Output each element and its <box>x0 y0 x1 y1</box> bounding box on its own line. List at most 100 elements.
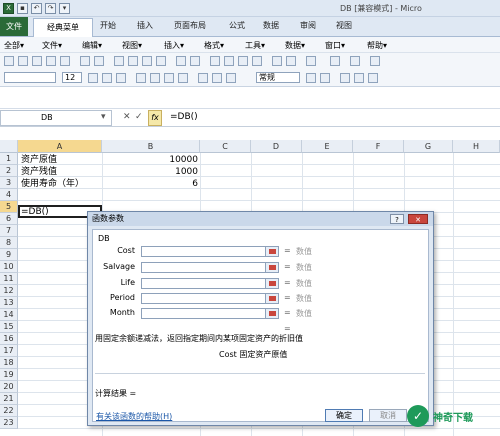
menu-all[interactable]: 全部▾ <box>4 40 24 51</box>
life-input[interactable] <box>141 278 279 289</box>
tab-classic-menu[interactable]: 经典菜单 <box>33 18 93 38</box>
italic-icon[interactable] <box>102 73 112 83</box>
font-color-icon[interactable] <box>368 73 378 83</box>
tab-view[interactable]: 视图 <box>336 20 352 31</box>
row-header-2[interactable]: 2 <box>0 165 18 177</box>
row-header-5[interactable]: 5 <box>0 201 18 213</box>
align-left-icon[interactable] <box>136 73 146 83</box>
collapse-dialog-icon[interactable] <box>265 262 279 273</box>
name-box-dropdown-icon[interactable]: ▾ <box>101 112 106 122</box>
row-header-15[interactable]: 15 <box>0 321 18 333</box>
menu-view[interactable]: 视图▾ <box>122 40 142 51</box>
tab-review[interactable]: 审阅 <box>300 20 316 31</box>
menu-help[interactable]: 帮助▾ <box>367 40 387 51</box>
row-header-6[interactable]: 6 <box>0 213 18 225</box>
confirm-entry-icon[interactable]: ✓ <box>135 112 143 122</box>
cell-b1[interactable]: 10000 <box>102 154 198 166</box>
function-help-link[interactable]: 有关该函数的帮助(H) <box>96 411 172 422</box>
paste-icon[interactable] <box>142 56 152 66</box>
redo-icon[interactable] <box>190 56 200 66</box>
currency-icon[interactable] <box>198 73 208 83</box>
number-format-dropdown[interactable]: 常规 <box>256 72 300 83</box>
row-header-4[interactable]: 4 <box>0 189 18 201</box>
decrease-decimal-icon[interactable] <box>320 73 330 83</box>
menu-tools[interactable]: 工具▾ <box>245 40 265 51</box>
font-name-dropdown[interactable] <box>4 72 56 83</box>
function-icon[interactable] <box>330 56 340 66</box>
align-right-icon[interactable] <box>164 73 174 83</box>
sum-icon[interactable] <box>224 56 234 66</box>
align-center-icon[interactable] <box>150 73 160 83</box>
tab-data[interactable]: 数据 <box>263 20 279 31</box>
row-header-19[interactable]: 19 <box>0 369 18 381</box>
row-header-8[interactable]: 8 <box>0 237 18 249</box>
preview-icon[interactable] <box>60 56 70 66</box>
menu-file[interactable]: 文件▾ <box>42 40 62 51</box>
cell-b2[interactable]: 1000 <box>102 166 198 178</box>
help-icon[interactable] <box>370 56 380 66</box>
tab-insert[interactable]: 插入 <box>137 20 153 31</box>
col-header-d[interactable]: D <box>251 140 302 153</box>
row-header-11[interactable]: 11 <box>0 273 18 285</box>
collapse-dialog-icon[interactable] <box>265 278 279 289</box>
menu-format[interactable]: 格式▾ <box>204 40 224 51</box>
col-header-a[interactable]: A <box>18 140 102 153</box>
collapse-dialog-icon[interactable] <box>265 308 279 319</box>
tab-page-layout[interactable]: 页面布局 <box>174 20 206 31</box>
cost-input[interactable] <box>141 246 279 257</box>
tab-formulas[interactable]: 公式 <box>229 20 245 31</box>
comma-icon[interactable] <box>226 73 236 83</box>
customize-qat-icon[interactable]: ▾ <box>59 3 70 14</box>
sort-asc-icon[interactable] <box>238 56 248 66</box>
zoom-icon[interactable] <box>306 56 316 66</box>
undo-icon[interactable] <box>176 56 186 66</box>
merge-center-icon[interactable] <box>178 73 188 83</box>
formula-input[interactable]: =DB() <box>170 112 198 122</box>
spelling-icon[interactable] <box>80 56 90 66</box>
filter-icon[interactable] <box>350 56 360 66</box>
cell-a5[interactable]: =DB() <box>21 206 49 218</box>
save-icon[interactable] <box>32 56 42 66</box>
select-all-corner[interactable] <box>0 140 18 153</box>
cancel-button[interactable]: 取消 <box>369 409 407 422</box>
sort-desc-icon[interactable] <box>252 56 262 66</box>
col-header-b[interactable]: B <box>102 140 200 153</box>
increase-decimal-icon[interactable] <box>306 73 316 83</box>
month-input[interactable] <box>141 308 279 319</box>
row-header-22[interactable]: 22 <box>0 405 18 417</box>
col-header-g[interactable]: G <box>404 140 453 153</box>
row-header-21[interactable]: 21 <box>0 393 18 405</box>
cell-a3[interactable]: 使用寿命（年） <box>21 178 84 190</box>
menu-window[interactable]: 窗口▾ <box>325 40 345 51</box>
drawing-icon[interactable] <box>286 56 296 66</box>
salvage-input[interactable] <box>141 262 279 273</box>
col-header-f[interactable]: F <box>353 140 404 153</box>
row-header-1[interactable]: 1 <box>0 153 18 165</box>
ok-button[interactable]: 确定 <box>325 409 363 422</box>
tab-file[interactable]: 文件 <box>0 17 28 36</box>
borders-icon[interactable] <box>340 73 350 83</box>
row-header-7[interactable]: 7 <box>0 225 18 237</box>
row-header-3[interactable]: 3 <box>0 177 18 189</box>
collapse-dialog-icon[interactable] <box>265 293 279 304</box>
row-header-23[interactable]: 23 <box>0 417 18 429</box>
menu-edit[interactable]: 编辑▾ <box>82 40 102 51</box>
bold-icon[interactable] <box>88 73 98 83</box>
col-header-h[interactable]: H <box>453 140 500 153</box>
help-icon[interactable]: ? <box>390 214 404 224</box>
row-header-16[interactable]: 16 <box>0 333 18 345</box>
open-icon[interactable] <box>18 56 28 66</box>
row-header-13[interactable]: 13 <box>0 297 18 309</box>
tab-home[interactable]: 开始 <box>100 20 116 31</box>
fill-color-icon[interactable] <box>354 73 364 83</box>
row-header-18[interactable]: 18 <box>0 357 18 369</box>
col-header-e[interactable]: E <box>302 140 353 153</box>
insert-function-button[interactable]: fx <box>148 110 162 126</box>
row-header-20[interactable]: 20 <box>0 381 18 393</box>
menu-data[interactable]: 数据▾ <box>285 40 305 51</box>
print-icon[interactable] <box>46 56 56 66</box>
cancel-entry-icon[interactable]: ✕ <box>123 112 131 122</box>
row-header-12[interactable]: 12 <box>0 285 18 297</box>
redo-icon[interactable]: ↷ <box>45 3 56 14</box>
row-header-17[interactable]: 17 <box>0 345 18 357</box>
